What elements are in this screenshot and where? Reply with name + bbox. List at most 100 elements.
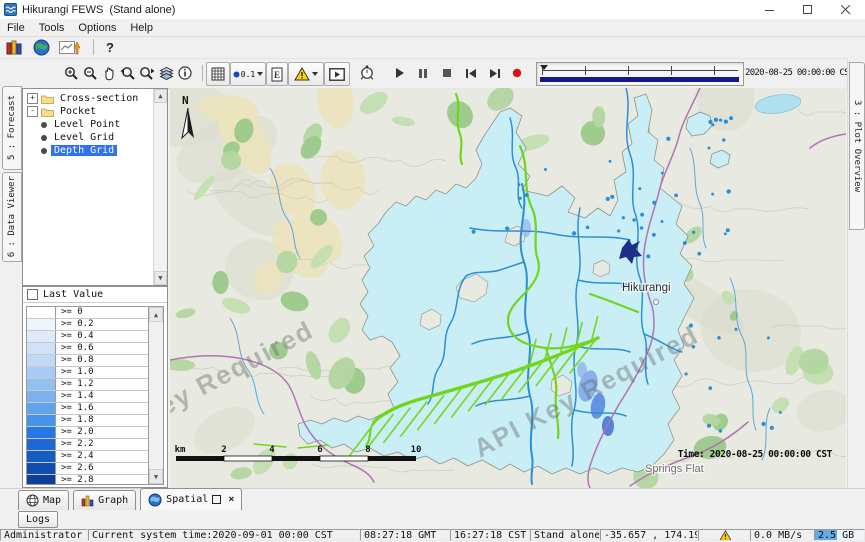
current-datetime-label: 2020-08-25 00:00:00 CST [745, 68, 854, 78]
spatial-globe-icon [148, 493, 162, 507]
legend-row-label: >= 1.8 [56, 415, 94, 426]
legend-scrollbar[interactable]: ▲ ▼ [148, 307, 163, 484]
tree-item-depth-grid[interactable]: Depth Grid [23, 144, 167, 157]
zoom-in-icon[interactable] [62, 62, 80, 84]
scroll-down-icon[interactable]: ▼ [154, 271, 167, 285]
map-view[interactable]: API Key Required API Key Required Hikura… [170, 88, 846, 488]
legend-row: >= 1.4 [27, 391, 149, 403]
time-slider-ticks [542, 66, 738, 75]
tree-scrollbar[interactable]: ▲ ▼ [153, 89, 167, 285]
legend-swatch [27, 451, 56, 462]
last-value-checkbox[interactable] [27, 289, 38, 300]
close-tab-icon[interactable]: × [228, 494, 234, 505]
tree-item-pocket[interactable]: - Pocket [23, 105, 167, 118]
menu-bar: File Tools Options Help [0, 19, 865, 37]
interval-value: 0.1 [241, 70, 255, 79]
timer-icon[interactable] [356, 62, 378, 84]
time-slider-thumb[interactable] [540, 65, 548, 70]
main-toolbar: ? [0, 36, 865, 59]
logs-button-label: Logs [26, 514, 50, 525]
title-bar[interactable]: Hikurangi FEWS (Stand alone) [0, 0, 865, 20]
legend-row: >= 2.2 [27, 439, 149, 451]
town-label: Hikurangi [622, 282, 671, 294]
scroll-up-icon[interactable]: ▲ [149, 307, 163, 322]
legend-swatch [27, 439, 56, 450]
layers-icon[interactable] [157, 62, 175, 84]
legend-swatch [27, 403, 56, 414]
play-icon[interactable] [390, 62, 408, 84]
folder-icon [41, 107, 54, 117]
globe-icon[interactable] [33, 39, 50, 56]
interval-dropdown[interactable]: 0.1 [230, 62, 266, 86]
legend-panel: Last Value >= 0>= 0.2>= 0.4>= 0.6>= 0.8>… [22, 286, 168, 488]
maximize-button[interactable] [789, 0, 827, 19]
step-back-icon[interactable] [462, 62, 480, 84]
legend-row: >= 0.2 [27, 319, 149, 331]
tab-graph[interactable]: Graph [73, 490, 136, 511]
info-icon[interactable] [176, 62, 194, 84]
logs-button[interactable]: Logs [18, 511, 58, 528]
menu-options[interactable]: Options [71, 21, 123, 35]
pause-icon[interactable] [414, 62, 432, 84]
legend-row: >= 2.6 [27, 463, 149, 475]
status-mode: Stand alone [530, 529, 600, 541]
sidebar-tab-data-viewer-label: 6 : Data Viewer [7, 176, 17, 257]
tab-graph-label: Graph [98, 495, 128, 506]
tree-item-level-point[interactable]: Level Point [23, 118, 167, 131]
legend-swatch [27, 391, 56, 402]
expand-icon[interactable]: + [27, 93, 38, 104]
help-icon[interactable]: ? [106, 40, 114, 55]
zoom-out-icon[interactable] [81, 62, 99, 84]
folder-icon [41, 94, 54, 104]
time-slider-range [540, 77, 739, 82]
legend-row-label: >= 1.6 [56, 403, 94, 414]
legend-swatch [27, 475, 56, 485]
menu-file[interactable]: File [0, 21, 32, 35]
menu-help[interactable]: Help [123, 21, 160, 35]
time-slider[interactable] [536, 62, 744, 86]
map-canvas[interactable]: API Key Required API Key Required Hikura… [170, 88, 846, 488]
step-forward-icon[interactable] [486, 62, 504, 84]
minimize-button[interactable] [751, 0, 789, 19]
sidebar-tab-forecast[interactable]: 5 : Forecast [2, 86, 22, 170]
zoom-next-icon[interactable] [138, 62, 156, 84]
pan-icon[interactable] [100, 62, 118, 84]
grid-icon[interactable] [206, 62, 230, 86]
collapse-icon[interactable]: - [27, 106, 38, 117]
svg-text:N: N [182, 94, 189, 107]
tree-item-cross-section[interactable]: + Cross-section [23, 92, 167, 105]
contour-icon[interactable]: E [266, 62, 288, 86]
explorer-icon[interactable] [6, 39, 24, 55]
sidebar-tab-data-viewer[interactable]: 6 : Data Viewer [2, 172, 22, 262]
status-warning-cell[interactable] [698, 529, 750, 541]
record-icon[interactable] [508, 62, 526, 84]
scroll-down-icon[interactable]: ▼ [149, 469, 163, 484]
sidebar-tab-plot-overview[interactable]: 3 : Plot Overview [849, 62, 865, 230]
legend-row: >= 2.4 [27, 451, 149, 463]
menu-tools[interactable]: Tools [32, 21, 72, 35]
close-button[interactable] [827, 0, 865, 19]
stop-icon[interactable] [438, 62, 456, 84]
tree-item-level-grid[interactable]: Level Grid [23, 131, 167, 144]
scroll-up-icon[interactable]: ▲ [154, 89, 167, 103]
last-value-label: Last Value [43, 289, 103, 300]
tab-spatial[interactable]: Spatial × [140, 488, 242, 511]
animation-panel-icon[interactable] [324, 62, 350, 86]
legend-row-label: >= 2.8 [56, 475, 94, 485]
zoom-previous-icon[interactable] [119, 62, 137, 84]
timeseries-import-icon[interactable] [59, 39, 81, 56]
maximize-tab-icon[interactable] [212, 495, 221, 504]
tab-map[interactable]: Map [18, 490, 69, 511]
status-gmt-time: 08:27:18 GMT [360, 529, 450, 541]
legend-swatch [27, 379, 56, 390]
status-bar: Administrator Current system time:2020-0… [0, 528, 865, 542]
warning-dropdown[interactable] [288, 62, 324, 86]
layer-tree: + Cross-section - Pocket Level Point Lev… [22, 88, 168, 286]
legend-swatch [27, 355, 56, 366]
legend-row: >= 1.8 [27, 415, 149, 427]
logs-row: Logs [0, 510, 865, 528]
legend-row-label: >= 1.4 [56, 391, 94, 402]
legend-row: >= 1.6 [27, 403, 149, 415]
graph-icon [81, 494, 94, 507]
legend-swatch [27, 307, 56, 318]
